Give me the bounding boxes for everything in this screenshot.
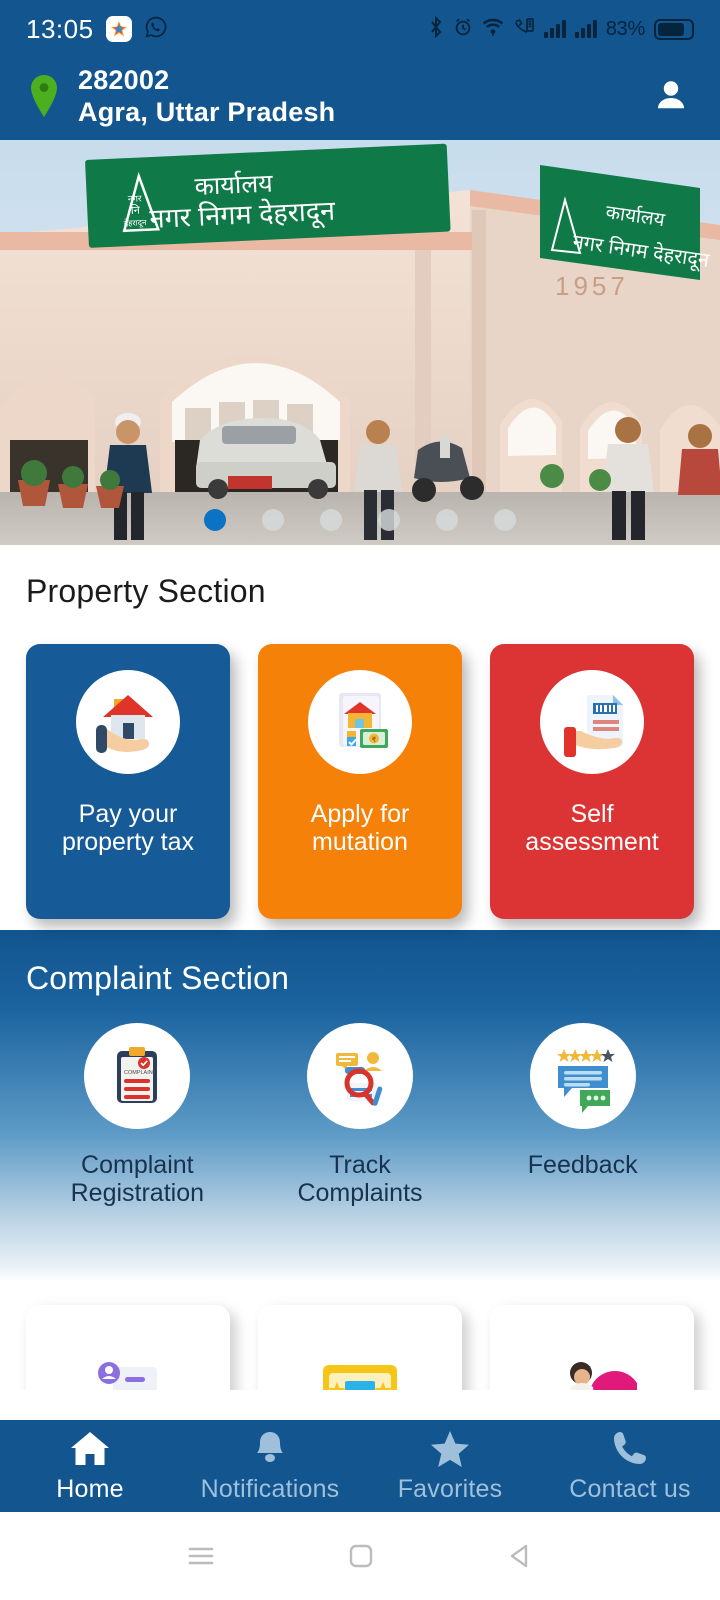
svg-text:नि: नि: [131, 204, 141, 217]
banner-image: कार्यालय नगर निगम देहरादून नगर नि देहराद…: [0, 140, 720, 545]
user-card-icon: [82, 1351, 174, 1390]
services-section: [0, 1280, 720, 1390]
location-header[interactable]: 282002 Agra, Uttar Pradesh: [0, 58, 720, 140]
location-pin-icon: [26, 73, 62, 119]
property-card-pay-tax[interactable]: Pay your property tax: [26, 644, 230, 919]
star-icon: [431, 1431, 469, 1467]
banner-carousel[interactable]: कार्यालय नगर निगम देहरादून नगर नि देहराद…: [0, 140, 720, 545]
vibrate-icon: [513, 17, 535, 41]
bottom-navigation: Home Notifications Favorites Contact us: [0, 1420, 720, 1512]
svg-text:COMPLAINT: COMPLAINT: [124, 1070, 157, 1076]
property-section-title: Property Section: [26, 573, 266, 609]
property-card-label-line2: property tax: [61, 828, 194, 856]
user-profile-icon[interactable]: [648, 73, 694, 119]
location-text: 282002 Agra, Uttar Pradesh: [78, 65, 335, 127]
complaint-section-title: Complaint Section: [26, 960, 290, 996]
alarm-icon: [453, 17, 473, 41]
complaint-item-label: Complaint Registration: [71, 1151, 204, 1207]
carousel-dot-6[interactable]: [494, 509, 516, 531]
signal-sim2-icon: [574, 20, 597, 38]
nav-item-contact-us[interactable]: Contact us: [540, 1428, 720, 1504]
svg-text:नगर: नगर: [128, 193, 143, 204]
whatsapp-icon: [144, 15, 168, 44]
complaint-item-label-line2: Registration: [70, 1179, 205, 1207]
hand-holding-document-icon: [540, 670, 644, 774]
home-icon: [71, 1432, 109, 1465]
svg-text:₹: ₹: [372, 736, 377, 744]
complaint-item-label: Feedback: [528, 1151, 638, 1179]
star-app-icon: [105, 16, 132, 42]
property-card-label-line2: mutation: [312, 828, 408, 856]
complaint-section: Complaint Section COMPLAINT Complaint Re…: [0, 930, 720, 1280]
nav-label-contact-us: Contact us: [569, 1475, 691, 1503]
hand-holding-house-icon: [76, 670, 180, 774]
svg-text:कार्यालय: कार्यालय: [194, 168, 274, 201]
property-card-list: Pay your property tax ₹ Apply for mutati…: [26, 644, 694, 919]
carousel-dot-3[interactable]: [320, 509, 342, 531]
svg-text:1957: 1957: [555, 271, 629, 301]
nav-item-notifications[interactable]: Notifications: [180, 1428, 360, 1504]
property-card-label-line2: assessment: [525, 828, 659, 856]
android-system-bar: [0, 1512, 720, 1600]
wifi-icon: [482, 18, 504, 40]
document-house-money-icon: ₹: [308, 670, 412, 774]
property-card-self-assessment[interactable]: Self assessment: [490, 644, 694, 919]
battery-percent: 83%: [605, 17, 645, 40]
complaint-item-label: Track Complaints: [297, 1151, 422, 1207]
property-card-label: Apply for mutation: [305, 800, 416, 856]
service-card-3[interactable]: [490, 1305, 694, 1390]
back-icon[interactable]: [504, 1540, 536, 1572]
battery-icon: [654, 18, 694, 40]
carousel-dot-1[interactable]: [204, 509, 226, 531]
status-bar: 13:05 83%: [0, 0, 720, 58]
nav-item-home[interactable]: Home: [0, 1428, 180, 1504]
bluetooth-icon: [428, 15, 444, 42]
star-ticket-icon: [314, 1351, 406, 1390]
status-bar-left: 13:05: [26, 14, 168, 45]
nav-label-home: Home: [56, 1475, 124, 1503]
nav-label-favorites: Favorites: [397, 1475, 503, 1503]
person-pink-icon: [546, 1351, 638, 1390]
complaint-item-feedback[interactable]: Feedback: [471, 1023, 694, 1207]
chat-stars-feedback-icon: [529, 1023, 636, 1129]
nav-item-favorites[interactable]: Favorites: [360, 1428, 540, 1504]
property-card-label-line1: Pay your: [78, 800, 178, 828]
app-screen: 13:05 83% 282002 Agra, Uttar Pradesh कार…: [0, 0, 720, 1600]
property-card-apply-mutation[interactable]: ₹ Apply for mutation: [258, 644, 462, 919]
complaint-item-track[interactable]: Track Complaints: [249, 1023, 472, 1207]
complaint-item-label-line1: Track: [329, 1151, 391, 1179]
status-time: 13:05: [26, 13, 94, 44]
recents-icon[interactable]: [184, 1541, 218, 1571]
home-square-icon[interactable]: [345, 1540, 377, 1572]
service-card-2[interactable]: [258, 1305, 462, 1390]
property-card-label: Pay your property tax: [56, 800, 200, 856]
complaint-item-registration[interactable]: COMPLAINT Complaint Registration: [26, 1023, 249, 1207]
signal-sim1-icon: [543, 20, 566, 38]
location-city-state: Agra, Uttar Pradesh: [78, 97, 336, 127]
clipboard-complaint-icon: COMPLAINT: [84, 1023, 191, 1129]
status-bar-right: 83%: [428, 15, 694, 42]
complaint-item-label-line1: Complaint: [81, 1151, 194, 1179]
property-card-label: Self assessment: [519, 800, 664, 856]
nav-label-notifications: Notifications: [200, 1475, 340, 1503]
magnifier-document-icon: [307, 1023, 413, 1129]
carousel-dot-4[interactable]: [378, 509, 400, 531]
carousel-dots[interactable]: [0, 509, 720, 531]
phone-icon: [614, 1432, 646, 1464]
property-card-label-line1: Apply for: [310, 800, 410, 828]
carousel-dot-2[interactable]: [262, 509, 284, 531]
complaint-item-list: COMPLAINT Complaint Registration Track C…: [26, 1023, 694, 1207]
complaint-item-label-line2: Complaints: [297, 1179, 423, 1207]
location-pincode: 282002: [78, 64, 170, 95]
carousel-dot-5[interactable]: [436, 509, 458, 531]
complaint-item-label-line1: Feedback: [527, 1151, 638, 1179]
service-card-1[interactable]: [26, 1305, 230, 1390]
bell-icon: [257, 1432, 283, 1462]
property-card-label-line1: Self: [570, 800, 614, 828]
property-section: Property Section Pay your property tax ₹…: [0, 545, 720, 930]
